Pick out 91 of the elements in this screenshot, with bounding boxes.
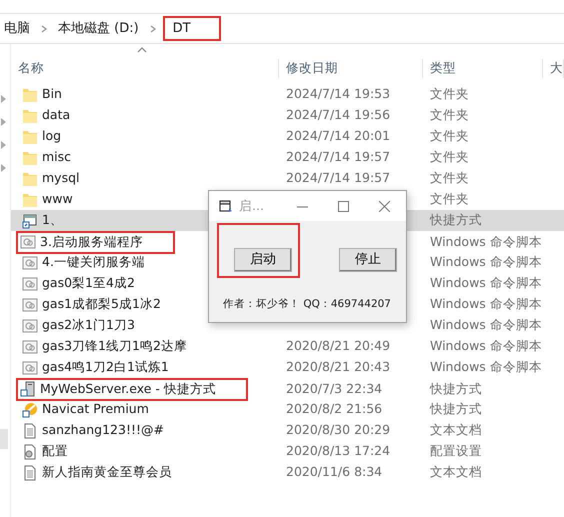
file-type: 文本文档 <box>430 422 482 438</box>
close-icon[interactable] <box>379 200 390 212</box>
folder-icon <box>22 170 38 186</box>
file-type: 配置设置 <box>430 443 482 458</box>
file-name: gas3刀锋1线刀1鸣2达摩 <box>42 337 187 356</box>
file-type: Windows 命令脚本 <box>430 254 542 270</box>
file-name: 3.启动服务端程序 <box>40 233 143 251</box>
breadcrumb-item[interactable]: 本地磁盘 (D:) <box>54 16 143 40</box>
expand-icon <box>0 140 7 150</box>
file-name: 1、 <box>42 211 63 230</box>
file-name: 配置 <box>42 442 68 460</box>
file-type: Windows 命令脚本 <box>430 317 542 332</box>
file-type: 文件夹 <box>430 107 469 122</box>
folder-icon <box>22 86 38 102</box>
text-file-icon <box>22 422 38 438</box>
dialog-title: 启... <box>239 196 264 215</box>
file-name: gas2冰1门1刀3 <box>42 316 135 334</box>
file-name: 4.一键关闭服务端 <box>42 253 145 272</box>
script-file-icon <box>22 318 38 334</box>
file-date: 2020/8/13 17:24 <box>286 443 390 458</box>
file-date: 2020/8/30 20:29 <box>286 422 390 438</box>
file-date: 2024/7/14 20:01 <box>286 128 390 144</box>
file-name: gas4鸣1刀2白1试炼1 <box>42 358 169 376</box>
file-type: 文件夹 <box>430 191 469 206</box>
expand-icon <box>0 94 7 104</box>
settings-file-icon <box>22 444 38 460</box>
file-type: Windows 命令脚本 <box>430 338 542 354</box>
program-icon <box>20 381 36 398</box>
file-type: 快捷方式 <box>430 381 482 396</box>
file-date: 2020/8/21 20:49 <box>286 338 390 354</box>
folder-icon <box>22 192 38 208</box>
file-name: Bin <box>42 85 62 104</box>
column-header[interactable]: 大 <box>543 59 564 78</box>
file-name: Navicat Premium <box>42 400 149 418</box>
file-date: 2020/7/3 22:34 <box>286 381 382 396</box>
file-name: 新人指南黄金至尊会员 <box>42 463 172 482</box>
column-header[interactable]: 修改日期 <box>279 59 423 78</box>
file-date: 2024/7/14 19:57 <box>286 149 390 164</box>
file-date: 2024/7/14 19:53 <box>286 86 390 102</box>
script-file-icon <box>20 234 36 250</box>
file-name: log <box>42 127 62 146</box>
file-name: gas1成都梨5成1冰2 <box>42 295 161 314</box>
stop-button[interactable]: 停止 <box>339 248 397 272</box>
file-type: Windows 命令脚本 <box>430 234 542 249</box>
file-type: 文件夹 <box>430 149 469 164</box>
folder-icon <box>22 128 38 144</box>
file-date: 2024/7/14 19:56 <box>286 107 390 122</box>
scrollbar-thumb[interactable] <box>0 429 8 449</box>
file-type: 文本文档 <box>430 464 482 480</box>
file-date: 2020/8/2 21:56 <box>286 401 382 416</box>
file-name: mysql <box>42 169 80 188</box>
file-type: 快捷方式 <box>430 212 482 228</box>
start-button[interactable]: 启动 <box>234 248 292 272</box>
file-date: 2020/8/21 20:43 <box>286 359 390 374</box>
file-name: data <box>42 106 70 124</box>
script-file-icon <box>22 360 38 376</box>
file-date: 2020/11/6 8:34 <box>286 464 382 480</box>
shortcut-icon <box>22 212 38 228</box>
file-name: gas0梨1至4成2 <box>42 274 135 292</box>
app-icon <box>22 402 38 418</box>
file-date: 2024/7/14 19:57 <box>286 170 390 186</box>
expand-icon <box>0 117 7 127</box>
file-name: misc <box>42 148 72 166</box>
column-header[interactable]: 类型 <box>423 59 543 78</box>
app-window-icon <box>219 200 233 212</box>
script-file-icon <box>22 276 38 292</box>
sort-caret-icon <box>137 47 147 53</box>
file-type: 文件夹 <box>430 128 469 144</box>
chevron-icon <box>148 24 157 34</box>
text-file-icon <box>22 464 38 480</box>
script-file-icon <box>22 338 38 354</box>
chevron-icon <box>40 24 48 34</box>
file-type: Windows 命令脚本 <box>430 275 542 290</box>
maximize-icon[interactable] <box>338 200 349 212</box>
column-header[interactable]: 名称 <box>11 59 279 78</box>
author-note: 作者：坏少爷！ QQ：469744207 <box>223 297 391 312</box>
folder-icon <box>22 108 38 124</box>
file-name: MyWebServer.exe - 快捷方式 <box>40 380 216 398</box>
script-file-icon <box>22 296 38 312</box>
file-name: sanzhang123!!!@# <box>42 421 164 440</box>
file-type: 快捷方式 <box>430 401 482 416</box>
script-file-icon <box>22 254 38 270</box>
file-type: 文件夹 <box>430 86 469 102</box>
breadcrumb-item[interactable]: DT <box>162 16 221 42</box>
file-type: Windows 命令脚本 <box>430 359 542 374</box>
file-type: 文件夹 <box>430 170 469 186</box>
file-type: Windows 命令脚本 <box>430 296 542 312</box>
expand-icon <box>0 163 7 173</box>
breadcrumb-item[interactable]: 电脑 <box>0 16 34 40</box>
file-name: www <box>42 190 73 208</box>
folder-icon <box>22 150 38 166</box>
